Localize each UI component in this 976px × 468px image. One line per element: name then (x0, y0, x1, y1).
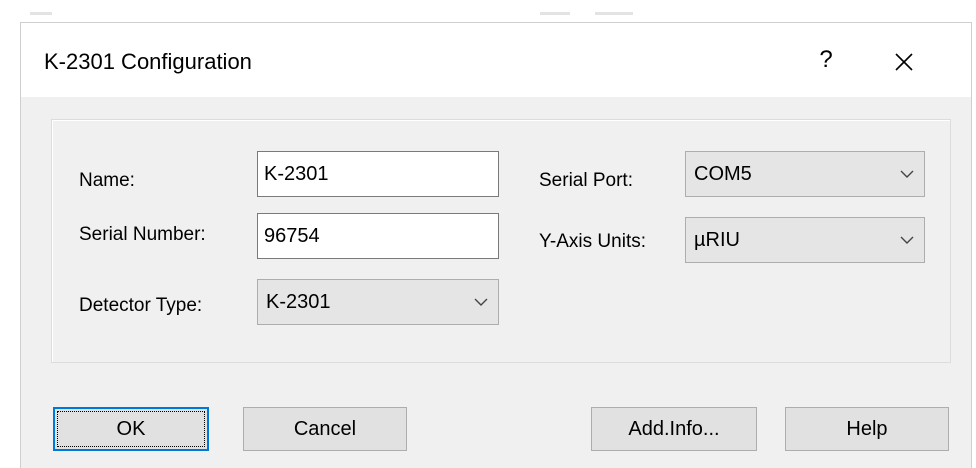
add-info-button[interactable]: Add.Info... (591, 407, 757, 451)
help-button[interactable]: Help (785, 407, 949, 451)
name-label: Name: (79, 170, 135, 191)
serial-number-value: 96754 (264, 224, 320, 247)
chevron-down-icon (900, 170, 914, 178)
y-axis-units-dropdown[interactable]: µRIU (685, 217, 925, 263)
background-artifact (595, 12, 633, 15)
close-icon[interactable] (887, 45, 921, 79)
background-artifact (30, 12, 52, 15)
help-icon[interactable]: ? (811, 45, 841, 75)
serial-number-field[interactable]: 96754 (257, 213, 499, 259)
detector-type-value: K-2301 (266, 290, 331, 313)
chevron-down-icon (474, 298, 488, 306)
cancel-button[interactable]: Cancel (243, 407, 407, 451)
name-value: K-2301 (264, 162, 329, 185)
title-bar[interactable]: K-2301 Configuration ? (21, 23, 971, 97)
y-axis-units-label: Y-Axis Units: (539, 231, 646, 252)
ok-label: OK (116, 417, 146, 440)
name-field[interactable]: K-2301 (257, 151, 499, 197)
serial-number-label: Serial Number: (79, 224, 206, 245)
dialog-title: K-2301 Configuration (44, 49, 252, 74)
detector-type-label: Detector Type: (79, 295, 203, 316)
configuration-dialog: K-2301 Configuration ? Name: K-2301 Seri… (20, 22, 972, 468)
add-info-label: Add.Info... (628, 417, 720, 440)
help-label: Help (846, 417, 888, 440)
y-axis-units-value: µRIU (694, 228, 740, 251)
ok-button[interactable]: OK (53, 407, 209, 451)
cancel-label: Cancel (293, 417, 357, 440)
background-artifact (540, 12, 570, 15)
chevron-down-icon (900, 236, 914, 244)
serial-port-label: Serial Port: (539, 170, 633, 191)
detector-type-dropdown[interactable]: K-2301 (257, 279, 499, 325)
serial-port-value: COM5 (694, 162, 752, 185)
serial-port-dropdown[interactable]: COM5 (685, 151, 925, 197)
background-window-strip (0, 0, 976, 12)
